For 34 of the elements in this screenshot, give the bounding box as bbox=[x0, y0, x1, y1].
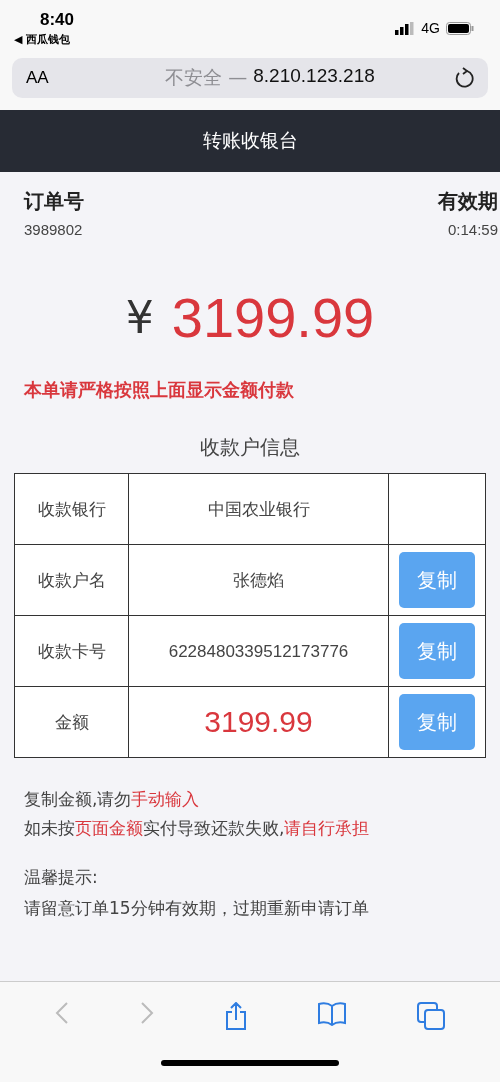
security-label: 不安全 — bbox=[165, 65, 248, 90]
table-cell: 收款户名 bbox=[14, 544, 129, 616]
table-cell: 金额 bbox=[14, 686, 129, 758]
expiry-label: 有效期 bbox=[438, 188, 498, 215]
page-header: 转账收银台 bbox=[0, 110, 500, 172]
payment-amount: 3199.99 bbox=[171, 284, 375, 350]
table-cell: 收款卡号 bbox=[14, 615, 129, 687]
network-label: 4G bbox=[421, 20, 440, 36]
expiry-countdown: 0:14:59 bbox=[447, 221, 498, 238]
battery-icon bbox=[446, 21, 474, 35]
notice-line: 如未按页面金额实付导致还款失败,请自行承担 bbox=[24, 817, 371, 840]
table-cell: 中国农业银行 bbox=[128, 473, 389, 545]
back-to-app-link[interactable]: ◀ 西瓜钱包 bbox=[14, 32, 75, 47]
payee-info-title: 收款户信息 bbox=[199, 434, 301, 461]
tabs-icon[interactable] bbox=[416, 1002, 445, 1030]
text-size-button[interactable]: AA bbox=[26, 68, 86, 88]
url-text: 8.210.123.218 bbox=[253, 65, 375, 88]
notice-line: 复制金额,请勿手动输入 bbox=[24, 788, 201, 811]
share-icon[interactable] bbox=[225, 1002, 247, 1030]
warning-text: 本单请严格按照上面显示金额付款 bbox=[23, 378, 295, 402]
table-cell: 收款银行 bbox=[14, 473, 129, 545]
signal-icon bbox=[395, 21, 416, 35]
table-cell: 张德焰 bbox=[128, 544, 389, 616]
order-number: 3989802 bbox=[24, 221, 84, 238]
table-cell: 6228480339512173776 bbox=[128, 615, 389, 687]
table-cell: 3199.99 bbox=[128, 686, 389, 758]
clock-time: 8:40 bbox=[39, 10, 75, 30]
order-number-label: 订单号 bbox=[24, 188, 84, 215]
reload-icon[interactable] bbox=[454, 67, 474, 89]
tips-text: 请留意订单15分钟有效期，过期重新申请订单 bbox=[24, 897, 370, 920]
book-icon[interactable] bbox=[317, 1002, 346, 1026]
address-bar[interactable]: AA 不安全 — 8.210.123.218 bbox=[12, 58, 488, 98]
tips-title: 温馨提示: bbox=[24, 866, 99, 889]
currency-symbol: ¥ bbox=[125, 291, 154, 343]
